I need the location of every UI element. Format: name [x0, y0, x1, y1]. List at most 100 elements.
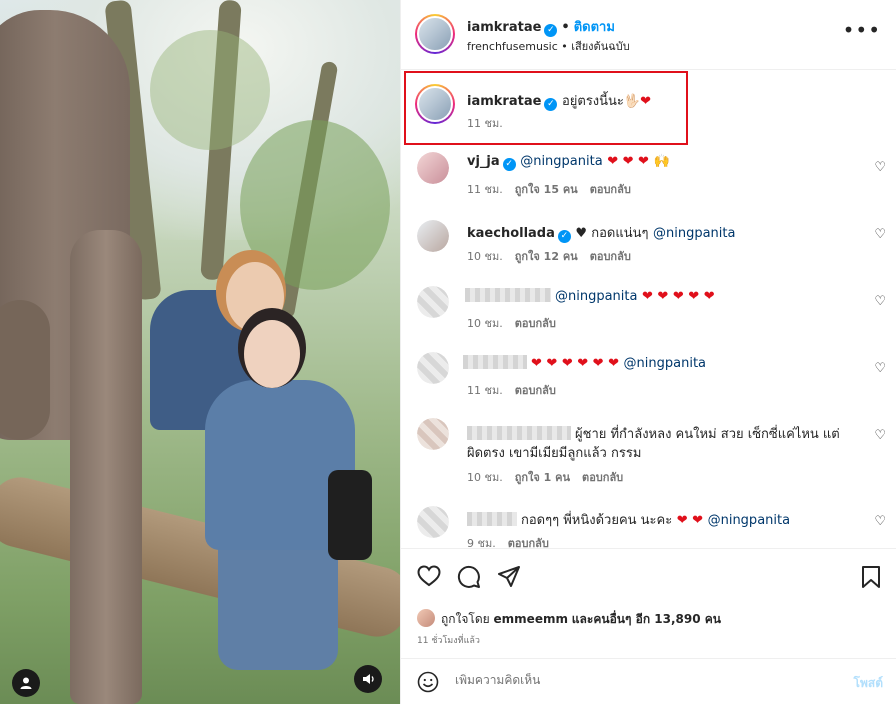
heart-outline-icon[interactable]: ♡ — [874, 428, 886, 443]
heart-emoji: ❤ ❤ ❤ ❤ ❤ — [642, 289, 715, 304]
comment-meta: 10 ชม. ถูกใจ 1 คน ตอบกลับ — [467, 468, 635, 486]
comment-time[interactable]: 10 ชม. — [467, 471, 503, 484]
commenter-avatar[interactable] — [417, 220, 449, 252]
commenter-avatar[interactable] — [417, 286, 449, 318]
comment-time[interactable]: 10 ชม. — [467, 317, 503, 330]
author-avatar[interactable] — [415, 14, 455, 54]
post-panel: iamkratae ✓ • ติดตาม frenchfusemusic • เสีย… — [400, 0, 896, 704]
reply-button[interactable]: ตอบกลับ — [590, 183, 631, 196]
caption-meta: 11 ชม. — [467, 114, 515, 132]
comment-meta: 11 ชม. ถูกใจ 15 คน ตอบกลับ — [467, 180, 643, 198]
heart-emoji: ❤ ❤ ❤ — [607, 154, 649, 169]
comment-mention[interactable]: @ningpanita — [653, 226, 735, 241]
share-icon[interactable] — [497, 565, 521, 595]
caption-avatar[interactable] — [415, 84, 455, 124]
add-comment-bar: โพสต์ — [401, 658, 896, 704]
audio-source-link[interactable]: frenchfusemusic — [467, 40, 558, 53]
comment-text: ผู้ชาย ที่กำลังหลง คนใหม่ สวย เซ็กซี่แค่… — [575, 427, 840, 442]
blurred-username[interactable] — [467, 426, 571, 440]
comment-line: @ningpanita ❤ ❤ ❤ ❤ ❤ — [465, 288, 715, 304]
verified-icon: ✓ — [557, 230, 571, 243]
commenter-avatar[interactable] — [417, 418, 449, 450]
post-time[interactable]: 11 ชั่วโมงที่แล้ว — [417, 633, 480, 647]
comment-input[interactable] — [455, 673, 815, 687]
tagged-users-button[interactable] — [12, 669, 40, 697]
comment-time[interactable]: 11 ชม. — [467, 183, 503, 196]
comment-mention[interactable]: @ningpanita — [555, 289, 637, 304]
verified-icon: ✓ — [502, 158, 516, 171]
post-actions: ถูกใจโดย emmeemm และคนอื่นๆ อีก 13,890 ค… — [401, 548, 896, 658]
reply-button[interactable]: ตอบกลับ — [582, 471, 623, 484]
more-options-icon[interactable]: ••• — [843, 18, 881, 42]
media-bag — [328, 470, 372, 560]
reply-button[interactable]: ตอบกลับ — [590, 250, 631, 263]
comment-likes[interactable]: ถูกใจ 1 คน — [515, 471, 570, 484]
post-header: iamkratae ✓ • ติดตาม frenchfusemusic • เสีย… — [401, 0, 896, 70]
heart-outline-icon[interactable]: ♡ — [874, 514, 886, 529]
caption-username[interactable]: iamkratae — [467, 94, 541, 109]
blurred-username[interactable] — [463, 355, 527, 369]
comment-line: kaechollada ✓ ♥ กอดแน่นๆ @ningpanita — [467, 222, 735, 243]
bookmark-icon[interactable] — [861, 565, 881, 595]
like-icon[interactable] — [417, 565, 441, 593]
comment-time[interactable]: 11 ชม. — [467, 384, 503, 397]
caption-line: iamkratae ✓ อยู่ตรงนี้นะ🖖🏻❤ — [467, 90, 651, 111]
comment-mention[interactable]: @ningpanita — [520, 154, 602, 169]
heart-emoji: ❤ ❤ ❤ ❤ ❤ ❤ — [531, 356, 619, 371]
comment-likes[interactable]: ถูกใจ 15 คน — [515, 183, 578, 196]
comment-line: กอดๆๆ พี่หนิงด้วยคน นะคะ ❤ ❤ @ningpanita — [467, 509, 790, 530]
reply-button[interactable]: ตอบกลับ — [515, 384, 556, 397]
comment-meta: 10 ชม. ถูกใจ 12 คน ตอบกลับ — [467, 247, 643, 265]
heart-emoji: ❤ ❤ — [676, 513, 704, 528]
follow-button[interactable]: ติดตาม — [574, 20, 615, 35]
post-button[interactable]: โพสต์ — [854, 674, 883, 693]
media-foliage — [150, 30, 270, 150]
comment-time[interactable]: 10 ชม. — [467, 250, 503, 263]
commenter-avatar[interactable] — [417, 152, 449, 184]
verified-icon: ✓ — [544, 24, 558, 37]
audio-line: frenchfusemusic • เสียงต้นฉบับ — [467, 40, 630, 53]
likes-and: และ — [571, 612, 594, 626]
blurred-username[interactable] — [465, 288, 551, 302]
caption-time[interactable]: 11 ชม. — [467, 117, 503, 130]
comment-meta: 11 ชม. ตอบกลับ — [467, 381, 568, 399]
comment-line-continued: ผิดตรง เขามีเมียมีลูกแล้ว กรรม — [467, 442, 641, 463]
blurred-username[interactable] — [467, 512, 517, 526]
author-line: iamkratae ✓ • ติดตาม — [467, 16, 615, 37]
user-icon — [20, 677, 32, 689]
comment-username[interactable]: vj_ja — [467, 154, 500, 169]
raised-hands-emoji: 🙌 — [653, 154, 670, 169]
audio-toggle-button[interactable] — [354, 665, 382, 693]
heart-outline-icon[interactable]: ♡ — [874, 361, 886, 376]
heart-outline-icon[interactable]: ♡ — [874, 160, 886, 175]
liker-username[interactable]: emmeemm — [494, 612, 568, 626]
comment-line: vj_ja ✓ @ningpanita ❤ ❤ ❤ 🙌 — [467, 154, 670, 171]
commenter-avatar[interactable] — [417, 506, 449, 538]
commenter-avatar[interactable] — [417, 352, 449, 384]
comment-mention[interactable]: @ningpanita — [624, 356, 706, 371]
separator-dot: • — [561, 20, 570, 35]
liker-avatar[interactable] — [417, 609, 435, 627]
reply-button[interactable]: ตอบกลับ — [515, 317, 556, 330]
comment-icon[interactable] — [457, 565, 481, 595]
comment-likes[interactable]: ถูกใจ 12 คน — [515, 250, 578, 263]
comment-username[interactable]: kaechollada — [467, 226, 555, 241]
comment-text: กอดๆๆ พี่หนิงด้วยคน นะคะ — [521, 513, 673, 528]
caption-text: อยู่ตรงนี้นะ🖖🏻 — [561, 94, 641, 109]
others-likes-link[interactable]: คนอื่นๆ อีก 13,890 คน — [593, 612, 721, 626]
heart-outline-icon[interactable]: ♡ — [874, 227, 886, 242]
post-media[interactable] — [0, 0, 400, 704]
audio-label[interactable]: เสียงต้นฉบับ — [571, 40, 629, 53]
comment-mention[interactable]: @ningpanita — [708, 513, 790, 528]
author-username[interactable]: iamkratae — [467, 20, 541, 35]
media-elephant-trunk — [70, 230, 142, 704]
heart-outline-icon[interactable]: ♡ — [874, 294, 886, 309]
comment-text: ผิดตรง เขามีเมียมีลูกแล้ว กรรม — [467, 446, 642, 461]
verified-icon: ✓ — [544, 98, 558, 111]
comment-text: ♥ กอดแน่นๆ — [575, 226, 649, 241]
media-person-head — [244, 320, 300, 388]
liked-by-prefix: ถูกใจโดย — [441, 612, 490, 626]
emoji-icon[interactable] — [417, 671, 439, 698]
comment-meta: 10 ชม. ตอบกลับ — [467, 314, 568, 332]
heart-emoji: ❤ — [640, 94, 651, 109]
